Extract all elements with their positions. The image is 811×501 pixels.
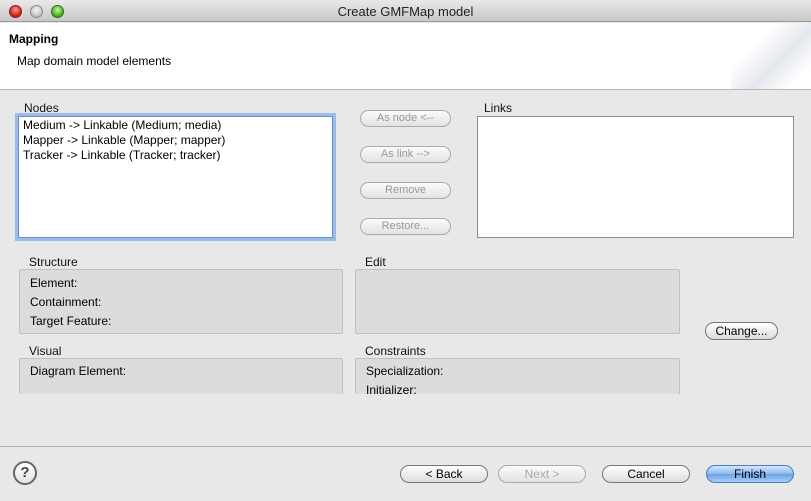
target-feature-label: Target Feature:	[30, 314, 112, 328]
help-icon[interactable]: ?	[13, 461, 37, 485]
list-item[interactable]: Tracker -> Linkable (Tracker; tracker)	[19, 148, 332, 163]
cancel-button[interactable]: Cancel	[602, 465, 690, 483]
header-banner-image	[731, 23, 811, 89]
diagram-element-label: Diagram Element:	[30, 364, 127, 378]
edit-group	[355, 269, 680, 334]
nodes-list[interactable]: Medium -> Linkable (Medium; media) Mappe…	[18, 116, 333, 238]
specialization-label: Specialization:	[366, 364, 444, 378]
list-item[interactable]: Medium -> Linkable (Medium; media)	[19, 118, 332, 133]
constraints-label: Constraints	[365, 344, 426, 358]
page-description: Map domain model elements	[17, 54, 172, 68]
restore-button[interactable]: Restore...	[360, 218, 451, 235]
nodes-label: Nodes	[24, 101, 59, 115]
wizard-header: Mapping Map domain model elements	[0, 23, 811, 90]
containment-label: Containment:	[30, 295, 102, 309]
footer-separator	[0, 446, 811, 447]
window-title-bar[interactable]: Create GMFMap model	[0, 0, 811, 22]
initializer-label: Initializer:	[366, 383, 417, 394]
finish-button[interactable]: Finish	[706, 465, 794, 483]
visual-label: Visual	[29, 344, 62, 358]
structure-group: Element: Containment: Target Feature:	[19, 269, 343, 334]
next-button[interactable]: Next >	[498, 465, 586, 483]
visual-group: Diagram Element:	[19, 358, 343, 394]
element-label: Element:	[30, 276, 78, 290]
back-button[interactable]: < Back	[400, 465, 488, 483]
links-label: Links	[484, 101, 513, 115]
window-title: Create GMFMap model	[337, 4, 474, 19]
structure-label: Structure	[29, 255, 78, 269]
change-button[interactable]: Change...	[705, 322, 778, 340]
remove-button[interactable]: Remove	[360, 182, 451, 199]
edit-label: Edit	[365, 255, 386, 269]
as-link-button[interactable]: As link -->	[360, 146, 451, 163]
as-node-button[interactable]: As node <--	[360, 110, 451, 127]
constraints-group: Specialization: Initializer:	[355, 358, 680, 394]
page-title: Mapping	[9, 32, 59, 46]
list-item[interactable]: Mapper -> Linkable (Mapper; mapper)	[19, 133, 332, 148]
links-list[interactable]	[477, 116, 794, 238]
